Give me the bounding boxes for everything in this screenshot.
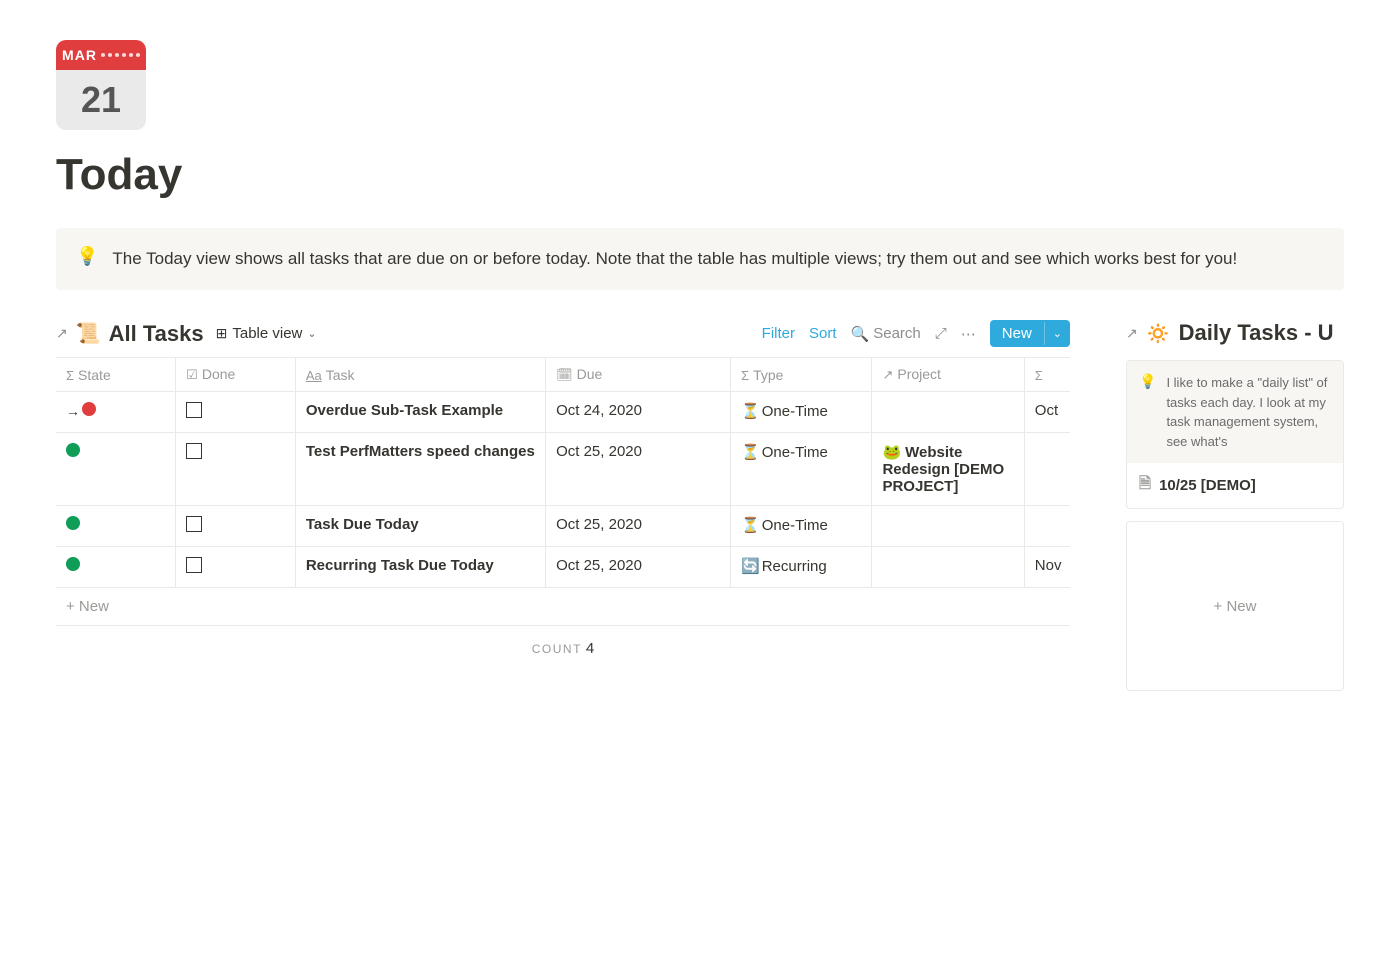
- col-due[interactable]: 🗓Due: [546, 358, 731, 392]
- info-callout: 💡 The Today view shows all tasks that ar…: [56, 228, 1344, 290]
- expand-icon[interactable]: ⤢: [935, 325, 947, 342]
- new-card-button[interactable]: + New: [1126, 521, 1344, 691]
- due-date: Oct 25, 2020: [546, 433, 731, 506]
- state-indicator-icon: [66, 443, 80, 457]
- state-indicator-icon: [82, 402, 96, 416]
- hourglass-icon: ⏳: [741, 517, 760, 534]
- page-icon-calendar[interactable]: MAR 21: [56, 40, 146, 130]
- chevron-down-icon: ⌄: [307, 327, 316, 340]
- calendar-day: 21: [81, 79, 121, 121]
- due-date: Oct 25, 2020: [546, 506, 731, 547]
- table-row[interactable]: Test PerfMatters speed changes Oct 25, 2…: [56, 433, 1070, 506]
- due-date: Oct 25, 2020: [546, 547, 731, 588]
- lightbulb-icon: 💡: [1139, 373, 1156, 451]
- col-task[interactable]: AaTask: [295, 358, 545, 392]
- calendar-month: MAR: [62, 47, 97, 63]
- page-title: Today: [56, 150, 1344, 200]
- done-checkbox[interactable]: [186, 443, 202, 459]
- callout-text: The Today view shows all tasks that are …: [112, 246, 1237, 272]
- col-project[interactable]: ↗Project: [872, 358, 1024, 392]
- card-title: 10/25 [DEMO]: [1159, 477, 1256, 494]
- hourglass-icon: ⏳: [741, 403, 760, 420]
- col-done[interactable]: ☑Done: [176, 358, 296, 392]
- view-switcher[interactable]: ⊞ Table view ⌄: [216, 325, 317, 342]
- db-icon: 📜: [76, 321, 101, 346]
- task-name[interactable]: Task Due Today: [306, 516, 419, 533]
- recurring-icon: 🔄: [741, 558, 760, 575]
- col-type[interactable]: ΣType: [731, 358, 872, 392]
- table-icon: ⊞: [216, 325, 228, 342]
- state-indicator-icon: [66, 557, 80, 571]
- new-button-dropdown[interactable]: ⌄: [1044, 322, 1070, 345]
- hourglass-icon: ⏳: [741, 444, 760, 461]
- db-title-daily-tasks[interactable]: Daily Tasks - U: [1179, 320, 1334, 346]
- col-state[interactable]: ΣState: [56, 358, 176, 392]
- table-row[interactable]: → Overdue Sub-Task Example Oct 24, 2020 …: [56, 392, 1070, 433]
- col-extra[interactable]: Σ: [1024, 358, 1070, 392]
- count-footer: COUNT4: [56, 626, 1070, 671]
- task-name[interactable]: Test PerfMatters speed changes: [306, 443, 535, 460]
- due-date: Oct 24, 2020: [546, 392, 731, 433]
- done-checkbox[interactable]: [186, 557, 202, 573]
- search-button[interactable]: 🔍 Search: [851, 325, 921, 343]
- project-icon: 🐸: [882, 444, 901, 461]
- more-icon[interactable]: ⋯: [961, 325, 976, 343]
- open-as-page-icon[interactable]: ↗: [56, 325, 68, 342]
- search-label: Search: [873, 325, 921, 342]
- gallery-card[interactable]: 💡 I like to make a "daily list" of tasks…: [1126, 360, 1344, 509]
- new-row-button[interactable]: + New: [56, 588, 1070, 626]
- table-row[interactable]: Recurring Task Due Today Oct 25, 2020 🔄R…: [56, 547, 1070, 588]
- view-label: Table view: [232, 325, 302, 342]
- db-title-all-tasks[interactable]: All Tasks: [109, 321, 204, 347]
- task-name[interactable]: Recurring Task Due Today: [306, 557, 494, 574]
- new-button-label: New: [990, 320, 1044, 347]
- document-icon: 🗎: [1139, 473, 1151, 498]
- tasks-table: ΣState ☑Done AaTask 🗓Due ΣType ↗Project …: [56, 357, 1070, 588]
- done-checkbox[interactable]: [186, 516, 202, 532]
- sort-button[interactable]: Sort: [809, 325, 837, 342]
- done-checkbox[interactable]: [186, 402, 202, 418]
- state-indicator-icon: [66, 516, 80, 530]
- sun-icon: 🔅: [1146, 321, 1171, 346]
- card-preview-text: I like to make a "daily list" of tasks e…: [1166, 373, 1331, 451]
- filter-button[interactable]: Filter: [762, 325, 795, 342]
- lightbulb-icon: 💡: [76, 246, 98, 272]
- new-button[interactable]: New ⌄: [990, 320, 1070, 347]
- open-as-page-icon[interactable]: ↗: [1126, 325, 1138, 342]
- task-name[interactable]: Overdue Sub-Task Example: [306, 402, 503, 419]
- search-icon: 🔍: [851, 325, 870, 343]
- table-row[interactable]: Task Due Today Oct 25, 2020 ⏳One-Time: [56, 506, 1070, 547]
